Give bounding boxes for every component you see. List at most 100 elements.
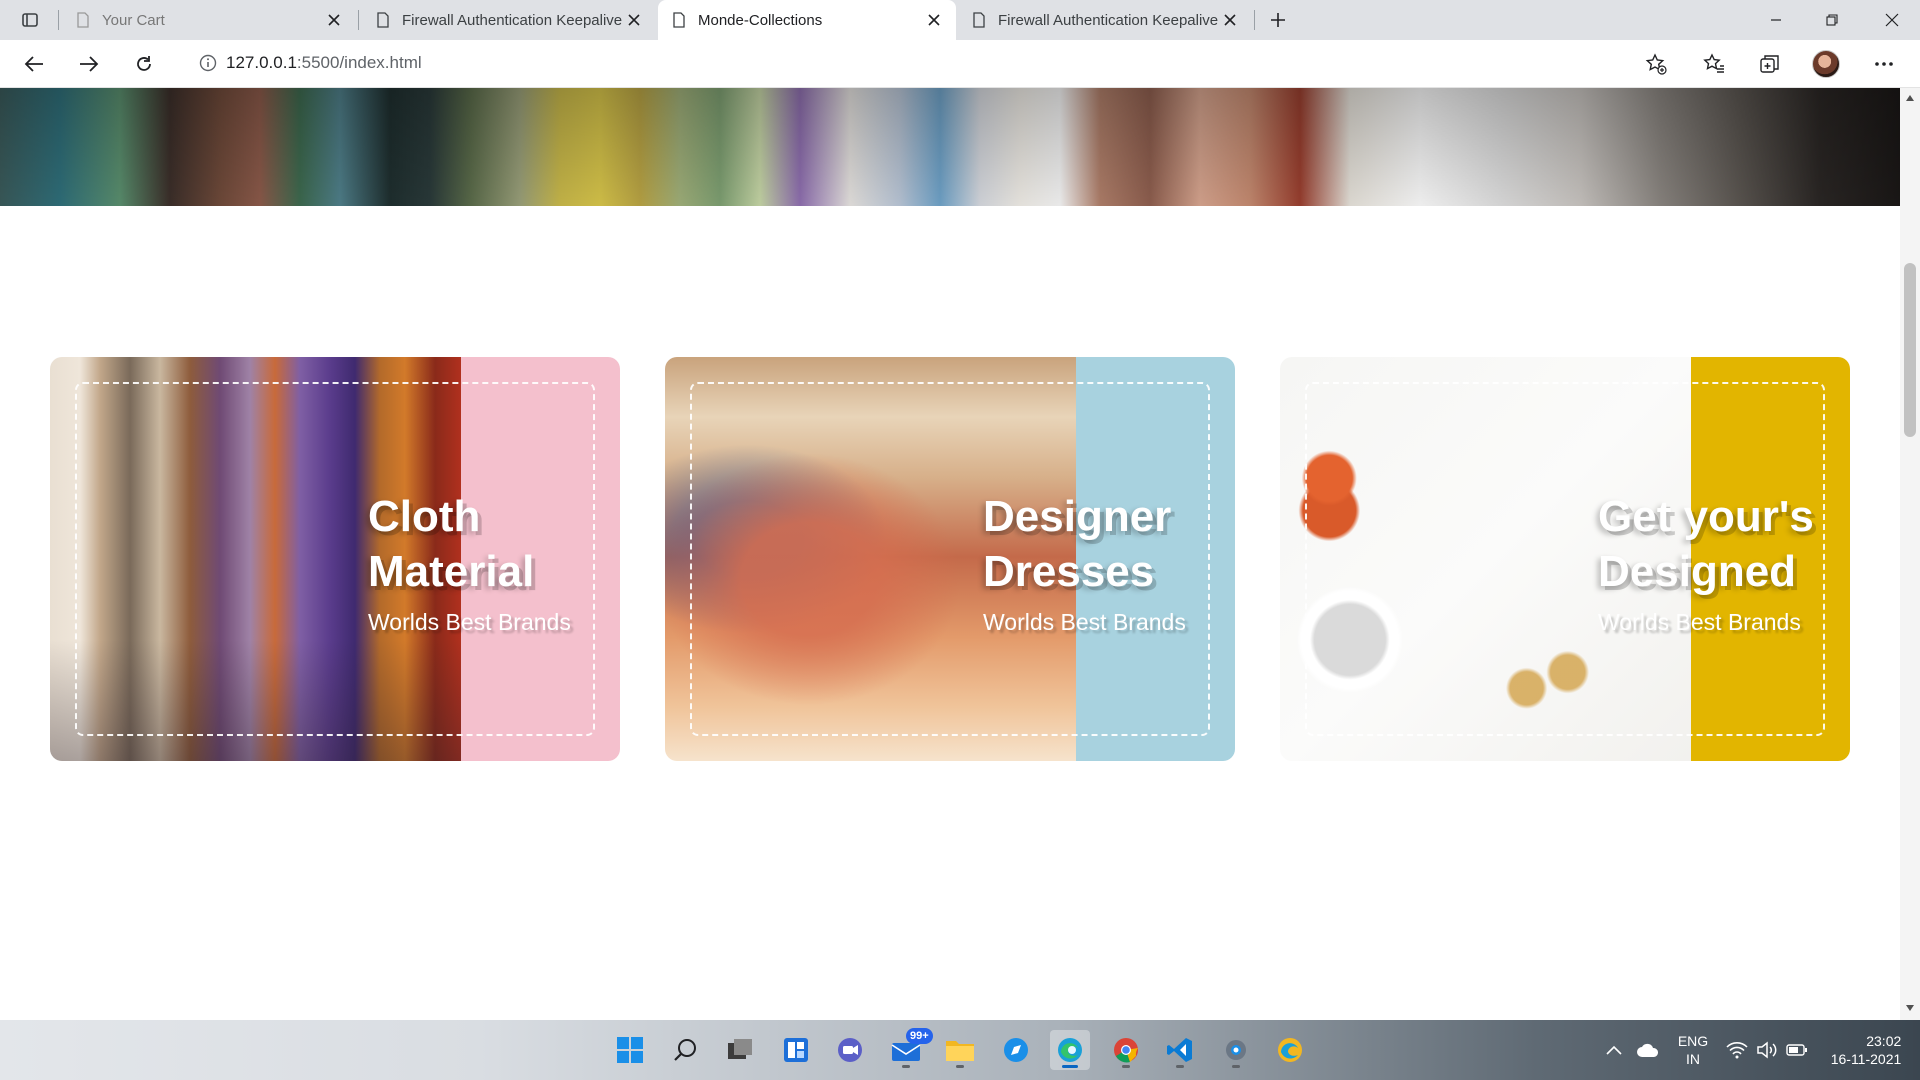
network-button[interactable] (1726, 1020, 1748, 1080)
back-button[interactable] (16, 48, 52, 80)
hero-image (0, 88, 1900, 206)
tab-monde-collections[interactable]: Monde-Collections (658, 0, 956, 40)
page-scrollbar[interactable] (1900, 88, 1920, 1020)
tab-firewall-1[interactable]: Firewall Authentication Keepalive (362, 0, 656, 40)
wifi-icon (1726, 1042, 1748, 1059)
gear-icon (1226, 1040, 1246, 1060)
chevron-up-icon (1606, 1045, 1622, 1055)
edge-button[interactable] (1050, 1030, 1090, 1070)
tab-actions-button[interactable] (14, 8, 46, 32)
taskbar-search-button[interactable] (666, 1030, 706, 1070)
video-call-icon (838, 1038, 862, 1062)
running-indicator (1062, 1065, 1078, 1068)
running-indicator (1122, 1065, 1130, 1068)
clock-button[interactable]: 23:02 16-11-2021 (1826, 1020, 1906, 1080)
close-window-button[interactable] (1864, 0, 1920, 40)
forward-button[interactable] (71, 48, 107, 80)
start-button[interactable] (610, 1030, 650, 1070)
favorites-button[interactable] (1696, 48, 1732, 80)
scroll-thumb[interactable] (1904, 263, 1916, 437)
collections-icon (1760, 55, 1779, 73)
running-indicator (902, 1065, 910, 1068)
address-bar[interactable]: 127.0.0.1:5500/index.html (180, 45, 1680, 81)
add-favorite-button[interactable] (1638, 48, 1674, 80)
volume-button[interactable] (1756, 1020, 1778, 1080)
windows-icon (617, 1037, 643, 1063)
vscode-button[interactable] (1160, 1030, 1200, 1070)
mail-button[interactable]: 99+ (886, 1028, 933, 1070)
running-indicator (1232, 1065, 1240, 1068)
close-icon[interactable] (926, 12, 942, 28)
category-card-cloth-material[interactable]: Cloth Material Worlds Best Brands (50, 357, 620, 761)
region-code: IN (1686, 1051, 1700, 1067)
scroll-up-icon[interactable] (1900, 90, 1920, 106)
tab-title: Monde-Collections (698, 11, 823, 29)
info-icon[interactable] (190, 45, 226, 81)
tab-separator (1254, 10, 1255, 30)
page-viewport: Cloth Material Worlds Best Brands Design… (0, 88, 1900, 1020)
star-add-icon (1645, 53, 1667, 75)
windows-taskbar: 99+ ENG IN 23:02 16-11-2021 (0, 1020, 1920, 1080)
close-icon[interactable] (626, 12, 642, 28)
minimize-button[interactable] (1748, 0, 1804, 40)
category-card-designer-dresses[interactable]: Designer Dresses Worlds Best Brands (665, 357, 1235, 761)
speaker-icon (1757, 1041, 1777, 1059)
minimize-icon (1771, 19, 1781, 21)
category-card-get-designed[interactable]: Get your's Designed Worlds Best Brands (1280, 357, 1850, 761)
close-icon[interactable] (326, 12, 342, 28)
mail-badge: 99+ (906, 1028, 933, 1044)
more-icon (1875, 62, 1893, 66)
card-title: Get your's Designed (1598, 492, 1814, 596)
page-icon (973, 12, 985, 28)
teams-meet-button[interactable] (830, 1030, 870, 1070)
page-icon (377, 12, 389, 28)
card-title: Cloth Material (368, 492, 535, 596)
card-subtitle: Worlds Best Brands (983, 609, 1186, 635)
tab-actions-icon (22, 13, 38, 27)
new-tab-button[interactable] (1264, 6, 1292, 34)
search-icon (674, 1039, 696, 1061)
tab-title: Firewall Authentication Keepalive (402, 11, 623, 29)
close-icon (1885, 13, 1899, 27)
running-indicator (1176, 1065, 1184, 1068)
edge-canary-icon (1278, 1038, 1302, 1062)
tab-title: Your Cart (102, 11, 165, 29)
cloud-icon (1637, 1043, 1659, 1057)
input-language-button[interactable]: ENG IN (1672, 1020, 1714, 1080)
page-icon (77, 12, 89, 28)
url-host: 127.0.0.1 (226, 53, 297, 72)
tab-separator (358, 10, 359, 30)
tab-title: Firewall Authentication Keepalive (998, 11, 1219, 29)
task-view-button[interactable] (720, 1030, 760, 1070)
safari-button[interactable] (996, 1030, 1036, 1070)
language-code: ENG (1677, 1033, 1709, 1049)
refresh-button[interactable] (126, 48, 162, 80)
browser-tab-strip: Your Cart Firewall Authentication Keepal… (0, 0, 1920, 40)
edge-canary-button[interactable] (1270, 1030, 1310, 1070)
clock-date: 16-11-2021 (1830, 1051, 1902, 1067)
restore-button[interactable] (1804, 0, 1860, 40)
vscode-icon (1167, 1038, 1192, 1062)
onedrive-button[interactable] (1636, 1020, 1660, 1080)
running-indicator (956, 1065, 964, 1068)
chrome-button[interactable] (1106, 1030, 1146, 1070)
tab-firewall-2[interactable]: Firewall Authentication Keepalive (958, 0, 1252, 40)
tab-your-cart[interactable]: Your Cart (62, 0, 356, 40)
card-subtitle: Worlds Best Brands (1598, 609, 1801, 635)
file-explorer-button[interactable] (940, 1030, 980, 1070)
tab-separator (58, 10, 59, 30)
collections-button[interactable] (1752, 48, 1788, 80)
settings-more-button[interactable] (1866, 48, 1902, 80)
settings-button[interactable] (1216, 1030, 1256, 1070)
card-title: Designer Dresses (983, 492, 1172, 596)
url-path: :5500/index.html (296, 53, 422, 72)
battery-button[interactable] (1786, 1020, 1808, 1080)
close-icon[interactable] (1222, 12, 1238, 28)
widgets-button[interactable] (776, 1030, 816, 1070)
profile-button[interactable] (1808, 48, 1844, 80)
show-hidden-icons-button[interactable] (1606, 1020, 1622, 1080)
scroll-down-icon[interactable] (1900, 1000, 1920, 1016)
chrome-icon (1114, 1038, 1138, 1063)
avatar (1812, 50, 1840, 78)
battery-icon (1786, 1044, 1807, 1056)
